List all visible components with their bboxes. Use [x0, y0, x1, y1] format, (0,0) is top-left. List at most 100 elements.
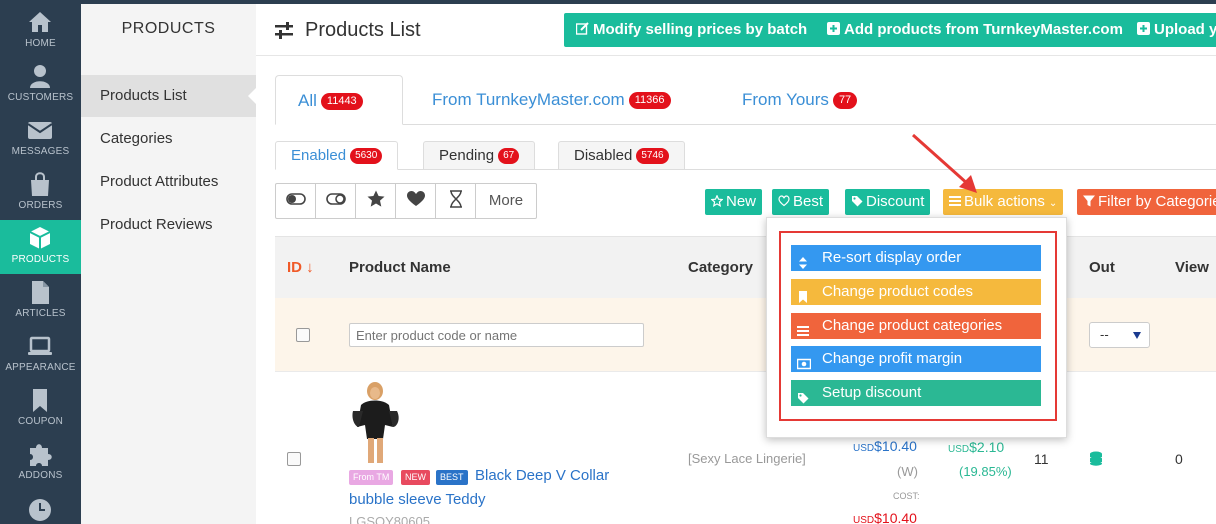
col-category-header: Category	[688, 259, 754, 276]
menu-item-change-codes[interactable]: Change product codes	[791, 279, 1041, 305]
profit-value: $2.10	[969, 439, 1005, 455]
nav-orders[interactable]: ORDERS	[0, 166, 81, 220]
user-icon	[26, 62, 54, 90]
tag-new: NEW	[401, 470, 430, 485]
subtab-enabled[interactable]: Enabled 5630	[275, 141, 399, 170]
modify-prices-button[interactable]: Modify selling prices by batch	[564, 13, 820, 47]
upload-label: Upload yo	[1154, 21, 1216, 38]
shopping-bag-icon	[26, 170, 54, 198]
nav-products-label: PRODUCTS	[11, 254, 70, 265]
view-toggle-group: More	[275, 183, 537, 219]
tab-yours-label: From Yours	[742, 90, 829, 109]
cost-price-value: $10.40	[874, 510, 917, 524]
product-name-line1[interactable]: Black Deep V Collar	[475, 467, 609, 484]
nav-messages[interactable]: MESSAGES	[0, 112, 81, 166]
tab-from-turnkeymaster[interactable]: From TurnkeyMaster.com 11366	[410, 75, 693, 125]
heart-filter-button[interactable]	[396, 184, 436, 218]
toggle-on-button[interactable]	[276, 184, 316, 218]
toggle-off-button[interactable]	[316, 184, 356, 218]
select-all-checkbox[interactable]	[296, 328, 310, 342]
menu-item-setup-discount[interactable]: Setup discount	[791, 380, 1041, 406]
subtab-disabled[interactable]: Disabled 5746	[558, 141, 685, 170]
product-search-input[interactable]	[349, 323, 644, 347]
table-header: ID ↓ Product Name Category Out View	[275, 236, 1216, 298]
filter-new-button[interactable]: New	[705, 189, 763, 215]
nav-messages-label: MESSAGES	[11, 146, 70, 157]
tab-from-yours[interactable]: From Yours 77	[720, 75, 879, 125]
caret-down-icon	[1133, 332, 1141, 339]
nav-appearance[interactable]: APPEARANCE	[0, 328, 81, 382]
nav-customers[interactable]: CUSTOMERS	[0, 58, 81, 112]
add-products-tm-button[interactable]: Add products from TurnkeyMaster.com	[815, 13, 1135, 47]
selling-price-currency: USD	[853, 443, 875, 454]
home-icon	[26, 8, 54, 36]
toggle-off-icon	[325, 189, 346, 214]
more-button[interactable]: More	[476, 184, 536, 218]
nav-products[interactable]: PRODUCTS	[0, 220, 89, 274]
bookmark-icon	[797, 286, 809, 303]
subtab-disabled-count: 5746	[636, 148, 669, 164]
filter-icon	[1083, 190, 1095, 207]
subnav-item-products-list[interactable]: Products List	[81, 75, 256, 117]
main-nav-rail: HOME CUSTOMERS MESSAGES ORDERS PRODUCTS …	[0, 4, 89, 524]
tab-yours-count: 77	[832, 92, 858, 109]
star-filter-button[interactable]	[356, 184, 396, 218]
nav-coupon-label: COUPON	[17, 416, 64, 427]
upload-button[interactable]: Upload yo	[1125, 13, 1216, 47]
stock-count: 11	[1034, 451, 1049, 467]
database-icon[interactable]	[1089, 451, 1103, 472]
filter-by-category-button[interactable]: Filter by Categorie	[1077, 189, 1216, 215]
filter-best-label: Best	[793, 193, 824, 210]
menu-item-discount-label: Setup discount	[822, 384, 922, 401]
toggle-on-icon	[285, 189, 306, 214]
tag-icon	[851, 190, 863, 207]
subtab-pending[interactable]: Pending 67	[423, 141, 536, 170]
col-view-header: View	[1175, 259, 1209, 276]
hourglass-filter-button[interactable]	[436, 184, 476, 218]
nav-home[interactable]: HOME	[0, 4, 81, 58]
tab-tm-label: From TurnkeyMaster.com	[432, 90, 625, 109]
filter-new-label: New	[726, 193, 757, 210]
cost-price-currency: USD	[853, 515, 875, 524]
product-name-line2[interactable]: bubble sleeve Teddy	[349, 491, 486, 508]
plus-square-icon	[827, 14, 840, 35]
product-code: LGSQY80605	[349, 514, 430, 524]
subnav-item-categories[interactable]: Categories	[81, 118, 256, 160]
nav-appearance-label: APPEARANCE	[5, 362, 76, 373]
filter-best-button[interactable]: Best	[772, 189, 830, 215]
menu-item-resort-order[interactable]: Re-sort display order	[791, 245, 1041, 271]
profit-amount: USD$2.10	[948, 439, 1004, 455]
profit-percent: (19.85%)	[959, 464, 1012, 479]
subtab-pending-label: Pending	[439, 147, 495, 164]
clock-icon	[26, 494, 54, 522]
menu-item-change-categories[interactable]: Change product categories	[791, 313, 1041, 339]
nav-articles[interactable]: ARTICLES	[0, 274, 81, 328]
tab-all[interactable]: All 11443	[275, 75, 403, 125]
subnav-item-product-attributes[interactable]: Product Attributes	[81, 161, 256, 203]
chevron-down-icon: ⌄	[1048, 198, 1058, 209]
subtab-disabled-label: Disabled	[574, 147, 633, 164]
col-out-header: Out	[1089, 259, 1115, 276]
nav-addons[interactable]: ADDONS	[0, 436, 81, 490]
menu-item-categories-label: Change product categories	[822, 317, 1003, 334]
menu-item-change-profit-margin[interactable]: Change profit margin	[791, 346, 1041, 372]
star-icon	[366, 189, 386, 214]
subnav-title: PRODUCTS	[121, 20, 216, 37]
col-id-header[interactable]: ID ↓	[287, 259, 314, 276]
heart-outline-icon	[778, 190, 790, 207]
sliders-icon	[275, 22, 293, 40]
tab-tm-count: 11366	[628, 92, 671, 109]
add-products-tm-label: Add products from TurnkeyMaster.com	[844, 21, 1123, 38]
row-checkbox[interactable]	[287, 452, 301, 466]
subnav-item-product-reviews[interactable]: Product Reviews	[81, 204, 256, 246]
nav-coupon[interactable]: COUPON	[0, 382, 81, 436]
out-filter-select[interactable]: --	[1089, 322, 1150, 348]
nav-more[interactable]	[0, 490, 81, 524]
cube-icon	[26, 224, 54, 252]
subtab-pending-count: 67	[498, 148, 520, 164]
cost-price: USD$10.40	[853, 510, 917, 524]
product-thumbnail[interactable]	[349, 381, 403, 465]
products-subnav: PRODUCTS Products List Categories Produc…	[81, 4, 256, 524]
annotation-arrow	[912, 133, 977, 193]
money-icon	[796, 353, 812, 370]
